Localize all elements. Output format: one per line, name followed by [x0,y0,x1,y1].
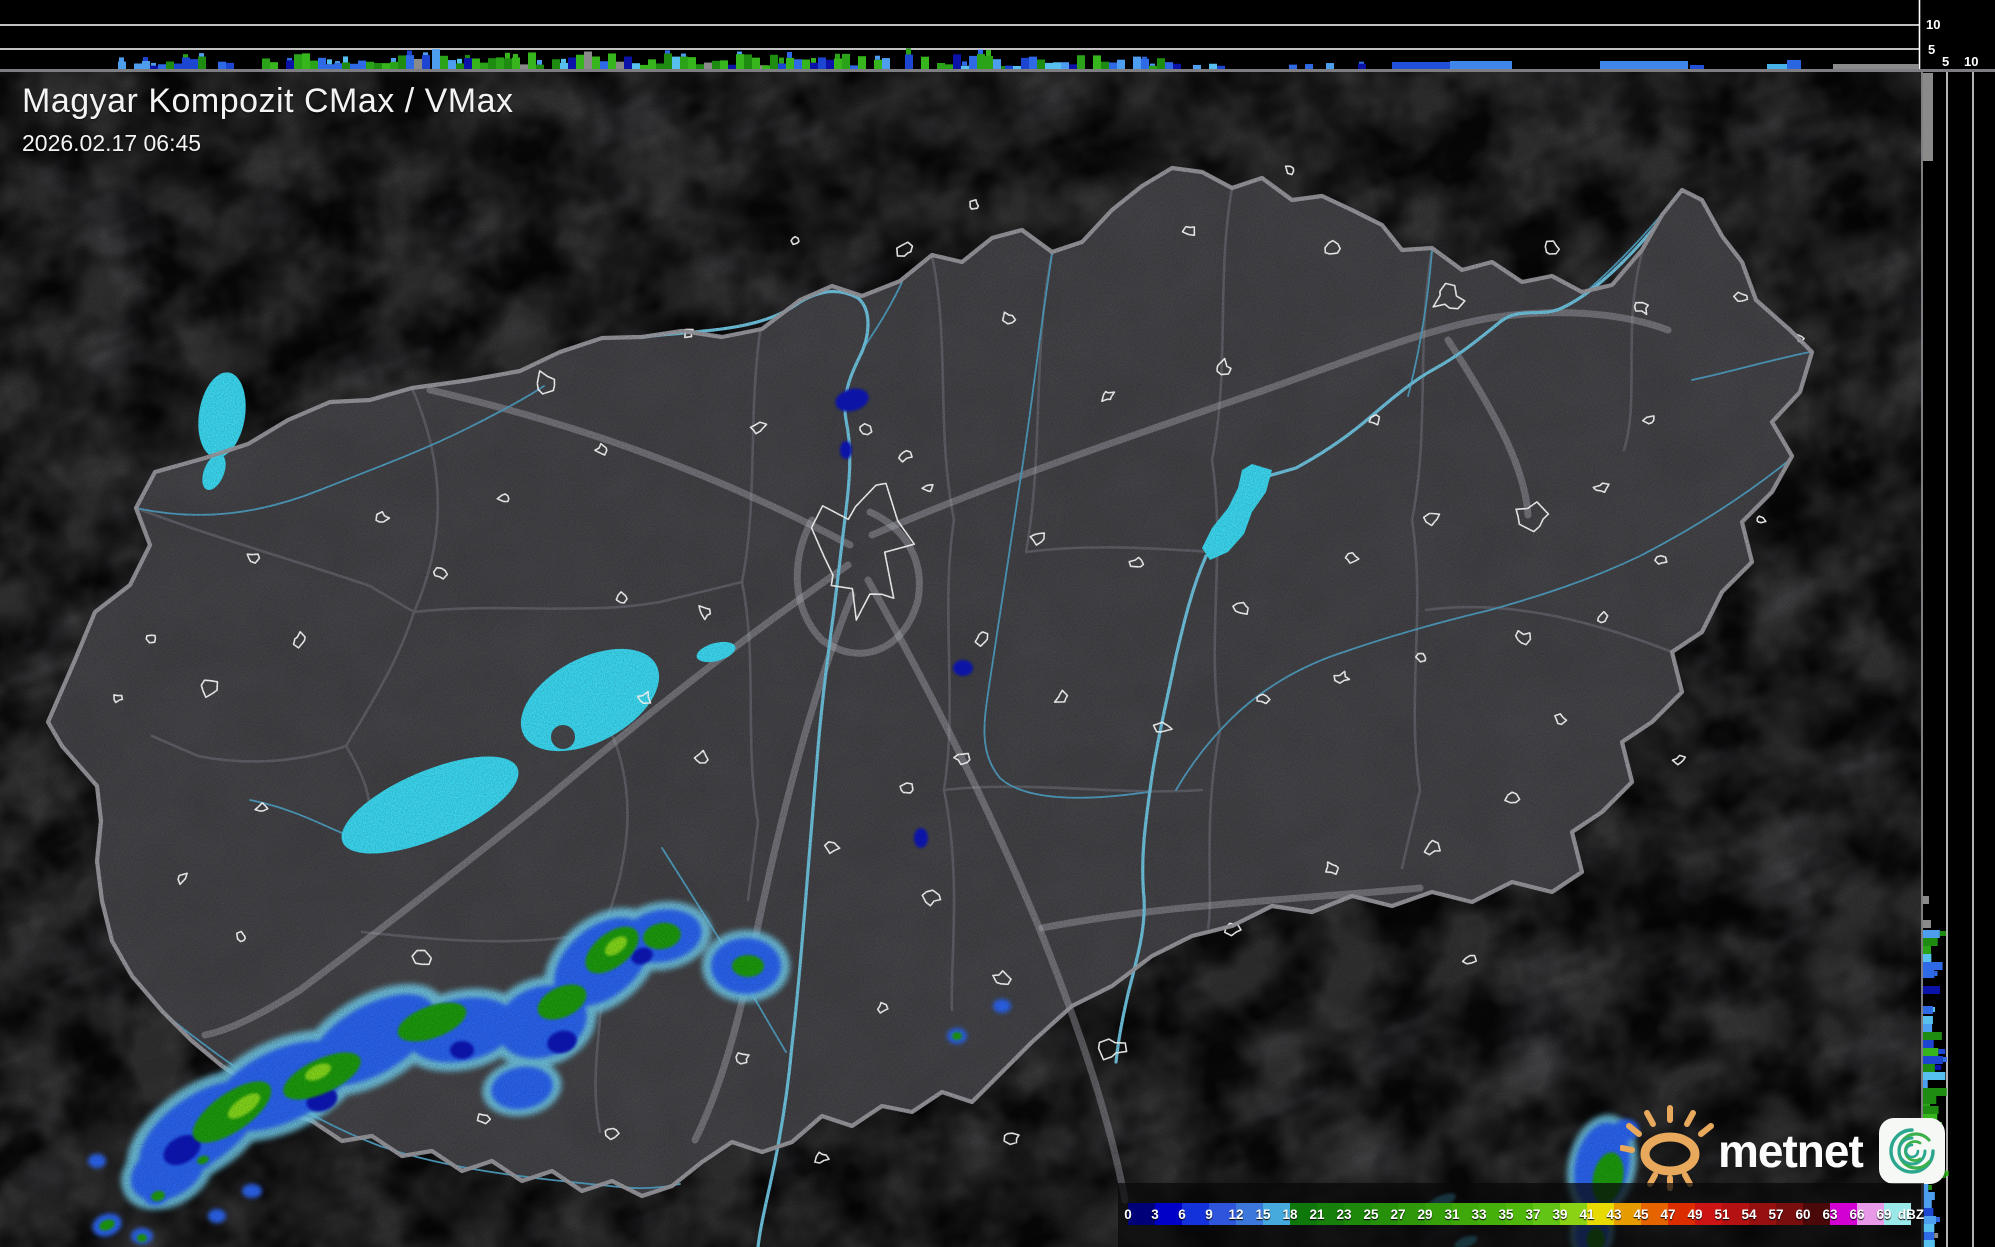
top-profile-echoes [118,48,1919,70]
legend-tick: 60 [1795,1207,1811,1222]
radar-spiral-icon [1878,1117,1945,1184]
right-profile-plot [1923,70,1974,1247]
legend-tick: 57 [1768,1207,1784,1222]
right-profile-tick-5: 5 [1942,54,1950,69]
right-height-profile-strip [1921,0,1995,1247]
top-profile-plot [0,0,1921,70]
legend-tick: 37 [1525,1207,1541,1222]
top-profile-tick-10: 10 [1926,17,1941,32]
top-height-profile-strip [0,0,1921,70]
legend-tick: 41 [1579,1207,1595,1222]
terrain-grain [0,70,1921,1247]
legend-tick: 23 [1336,1207,1352,1222]
legend-tick: 69 [1876,1207,1892,1222]
legend-tick: 63 [1822,1207,1838,1222]
legend-tick: 51 [1714,1207,1730,1222]
legend-tick: 18 [1282,1207,1298,1222]
dbz-color-scale: 0 3 6 9 12 15 18 21 23 25 27 29 31 33 35 37 39 41 43 45 47 49… [1118,1183,1924,1247]
legend-tick: 47 [1660,1207,1676,1222]
legend-tick: 27 [1390,1207,1406,1222]
dbz-color-cells [1128,1203,1911,1225]
legend-tick: 29 [1417,1207,1433,1222]
map-frame-top [0,69,1995,72]
legend-tick: 31 [1444,1207,1460,1222]
legend-tick: 35 [1498,1207,1514,1222]
right-profile-tick-10: 10 [1964,54,1979,69]
legend-tick: 39 [1552,1207,1568,1222]
map-frame-right [1921,70,1923,1247]
legend-tick: 9 [1205,1207,1213,1222]
legend-tick: 0 [1124,1207,1132,1222]
map-canvas [0,70,1921,1247]
legend-tick: 21 [1309,1207,1325,1222]
right-profile-echoes [1923,73,1949,1247]
legend-tick: 49 [1687,1207,1703,1222]
hungary-radar-map [0,70,1921,1247]
legend-tick: 3 [1151,1207,1159,1222]
legend-tick: 45 [1633,1207,1649,1222]
top-profile-tick-5: 5 [1928,42,1936,57]
legend-tick: 43 [1606,1207,1622,1222]
timestamp: 2026.02.17 06:45 [22,130,202,156]
legend-tick: 6 [1178,1207,1186,1222]
legend-tick: 33 [1471,1207,1487,1222]
radar-composite-viewer: 10 5 5 10 Magyar Kompozit CMax / VMax 20… [0,0,1995,1247]
legend-tick: 15 [1255,1207,1271,1222]
page-title: Magyar Kompozit CMax / VMax [22,82,514,120]
map-header: Magyar Kompozit CMax / VMax 2026.02.17 0… [22,82,514,157]
legend-tick: 25 [1363,1207,1379,1222]
metnet-wordmark: metnet [1718,1124,1864,1177]
legend-tick: 66 [1849,1207,1865,1222]
legend-tick: 54 [1741,1207,1757,1222]
legend-unit-label: dBZ [1897,1207,1925,1222]
legend-tick: 12 [1228,1207,1244,1222]
